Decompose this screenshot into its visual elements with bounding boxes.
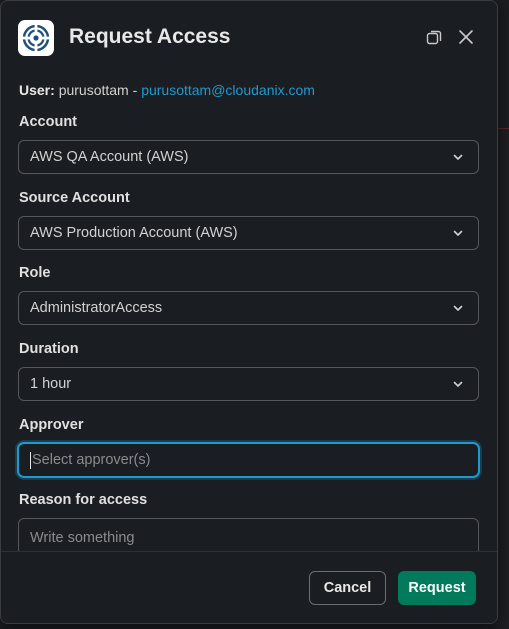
source-account-value: AWS Production Account (AWS) bbox=[30, 225, 238, 241]
user-name: purusottam bbox=[58, 82, 129, 98]
open-in-window-icon[interactable] bbox=[424, 27, 444, 47]
account-select[interactable]: AWS QA Account (AWS) bbox=[18, 140, 479, 174]
reason-label: Reason for access bbox=[19, 492, 148, 508]
source-account-select[interactable]: AWS Production Account (AWS) bbox=[18, 216, 479, 250]
approver-placeholder: Select approver(s) bbox=[32, 452, 151, 468]
close-icon[interactable] bbox=[456, 27, 476, 47]
role-select[interactable]: AdministratorAccess bbox=[18, 291, 479, 325]
request-access-modal: Request Access User: purusottam - puruso… bbox=[0, 0, 498, 624]
duration-select[interactable]: 1 hour bbox=[18, 367, 479, 401]
duration-label: Duration bbox=[19, 341, 79, 357]
request-button[interactable]: Request bbox=[398, 571, 476, 605]
role-value: AdministratorAccess bbox=[30, 300, 163, 316]
role-label: Role bbox=[19, 265, 51, 281]
user-email-link[interactable]: purusottam@cloudanix.com bbox=[141, 82, 315, 98]
reason-textarea[interactable]: Write something bbox=[18, 518, 479, 551]
user-info: User: purusottam - purusottam@cloudanix.… bbox=[19, 82, 315, 98]
reason-placeholder: Write something bbox=[30, 530, 135, 546]
account-label: Account bbox=[19, 114, 77, 130]
user-separator: - bbox=[132, 82, 138, 98]
source-account-label: Source Account bbox=[19, 190, 130, 206]
account-value: AWS QA Account (AWS) bbox=[30, 149, 189, 165]
text-caret bbox=[30, 451, 31, 469]
modal-header: Request Access bbox=[1, 1, 497, 73]
chevron-down-icon bbox=[453, 381, 463, 387]
modal-title: Request Access bbox=[69, 25, 231, 48]
chevron-down-icon bbox=[453, 230, 463, 236]
chevron-down-icon bbox=[453, 154, 463, 160]
chevron-down-icon bbox=[453, 305, 463, 311]
cancel-button[interactable]: Cancel bbox=[309, 571, 386, 605]
approver-input[interactable]: Select approver(s) bbox=[17, 442, 480, 478]
approver-label: Approver bbox=[19, 417, 84, 433]
cloudanix-logo-icon bbox=[18, 20, 54, 56]
modal-footer: Cancel Request bbox=[1, 551, 497, 623]
user-label: User: bbox=[19, 82, 55, 98]
duration-value: 1 hour bbox=[30, 376, 72, 392]
modal-body: User: purusottam - purusottam@cloudanix.… bbox=[1, 73, 497, 551]
